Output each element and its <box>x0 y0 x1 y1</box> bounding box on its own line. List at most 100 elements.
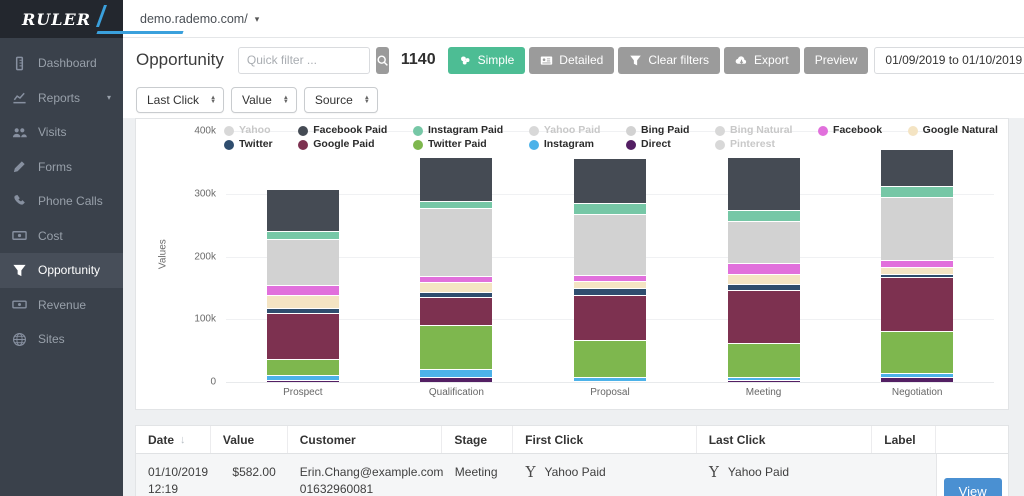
sidebar-item-cost[interactable]: Cost <box>0 219 123 254</box>
legend-dot <box>908 126 918 136</box>
search-button[interactable] <box>376 47 389 74</box>
segment-twitter-paid[interactable] <box>574 340 646 376</box>
chart-card: YahooTwitter Facebook PaidGoogle Paid Inst… <box>135 118 1009 410</box>
segment-facebook-paid[interactable] <box>728 157 800 210</box>
segment-direct[interactable] <box>574 381 646 382</box>
legend-item-pinterest[interactable]: Pinterest <box>715 138 792 151</box>
legend-item-twitter-paid[interactable]: Twitter Paid <box>413 138 503 151</box>
sidebar-item-sites[interactable]: Sites <box>0 322 123 357</box>
column-header-value[interactable]: Value <box>211 426 288 453</box>
legend-item-instagram[interactable]: Instagram <box>529 138 601 151</box>
segment-twitter[interactable] <box>574 288 646 295</box>
bar-qualification[interactable] <box>420 157 492 382</box>
segment-bing-paid[interactable] <box>267 239 339 285</box>
result-count: 1140 <box>401 51 436 69</box>
sidebar-item-revenue[interactable]: Revenue <box>0 288 123 323</box>
legend-item-direct[interactable]: Direct <box>626 138 689 151</box>
column-header-last-click[interactable]: Last Click <box>697 426 873 453</box>
segment-direct[interactable] <box>420 377 492 382</box>
bar-meeting[interactable] <box>728 157 800 382</box>
column-header-date[interactable]: Date↓ <box>136 426 211 453</box>
segment-direct[interactable] <box>881 377 953 382</box>
column-header-customer[interactable]: Customer <box>288 426 443 453</box>
legend-item-yahoo-paid[interactable]: Yahoo Paid <box>529 124 601 137</box>
segment-instagram[interactable] <box>420 369 492 377</box>
segment-instagram-paid[interactable] <box>267 231 339 239</box>
clear-filters-button[interactable]: Clear filters <box>618 47 720 74</box>
segment-twitter-paid[interactable] <box>728 343 800 378</box>
segment-facebook-paid[interactable] <box>881 149 953 187</box>
filter-select-last-click[interactable]: Last Click▲▼ <box>136 87 224 113</box>
segment-facebook-paid[interactable] <box>574 158 646 203</box>
legend-item-twitter[interactable]: Twitter <box>224 138 273 151</box>
segment-google-natural[interactable] <box>420 282 492 291</box>
legend-item-yahoo[interactable]: Yahoo <box>224 124 273 137</box>
segment-twitter-paid[interactable] <box>267 359 339 375</box>
legend-item-google-paid[interactable]: Google Paid <box>298 138 387 151</box>
cash-icon <box>12 228 27 243</box>
sidebar-item-reports[interactable]: Reports▾ <box>0 81 123 116</box>
segment-google-natural[interactable] <box>728 274 800 284</box>
segment-instagram-paid[interactable] <box>574 203 646 214</box>
filter-select-value[interactable]: Value▲▼ <box>231 87 297 113</box>
chart-plot-area: Values 0100k200k300k400k <box>226 131 994 382</box>
segment-google-paid[interactable] <box>728 290 800 343</box>
segment-google-natural[interactable] <box>881 267 953 274</box>
table-header-row: Date↓ValueCustomerStageFirst ClickLast C… <box>136 426 1008 454</box>
segment-bing-paid[interactable] <box>881 197 953 260</box>
bar-negotiation[interactable] <box>881 149 953 382</box>
segment-google-paid[interactable] <box>420 297 492 325</box>
legend-item-google-natural[interactable]: Google Natural <box>908 124 998 137</box>
export-button[interactable]: Export <box>724 47 800 74</box>
bar-proposal[interactable] <box>574 158 646 382</box>
legend-item-instagram-paid[interactable]: Instagram Paid <box>413 124 503 137</box>
preview-button[interactable]: Preview <box>804 47 869 74</box>
bar-prospect[interactable] <box>267 189 339 382</box>
column-header-label[interactable]: Label <box>872 426 936 453</box>
segment-google-natural[interactable] <box>574 281 646 288</box>
sidebar-item-opportunity[interactable]: Opportunity <box>0 253 123 288</box>
segment-facebook[interactable] <box>267 285 339 295</box>
segment-facebook[interactable] <box>728 263 800 273</box>
users-icon <box>12 125 27 140</box>
column-header-stage[interactable]: Stage <box>442 426 513 453</box>
date-range-picker[interactable]: 01/09/2019 to 01/10/2019 ▾ <box>874 47 1024 74</box>
segment-google-paid[interactable] <box>267 313 339 359</box>
segment-google-natural[interactable] <box>267 295 339 308</box>
segment-direct[interactable] <box>267 380 339 382</box>
sidebar-item-forms[interactable]: Forms <box>0 150 123 185</box>
segment-google-paid[interactable] <box>574 295 646 340</box>
segment-google-paid[interactable] <box>881 277 953 330</box>
legend-dot <box>626 140 636 150</box>
legend-item-bing-natural[interactable]: Bing Natural <box>715 124 792 137</box>
segment-bing-paid[interactable] <box>728 221 800 264</box>
sidebar-item-phone-calls[interactable]: Phone Calls <box>0 184 123 219</box>
segment-instagram-paid[interactable] <box>420 201 492 209</box>
detailed-button[interactable]: Detailed <box>529 47 614 74</box>
filter-select-source[interactable]: Source▲▼ <box>304 87 378 113</box>
app-logo[interactable]: RULER <box>0 0 123 38</box>
segment-twitter-paid[interactable] <box>881 331 953 374</box>
segment-bing-paid[interactable] <box>420 208 492 276</box>
segment-facebook-paid[interactable] <box>420 157 492 201</box>
legend-item-facebook-paid[interactable]: Facebook Paid <box>298 124 387 137</box>
funnel-icon <box>12 263 27 278</box>
segment-twitter-paid[interactable] <box>420 325 492 369</box>
segment-direct[interactable] <box>728 380 800 382</box>
sidebar-item-visits[interactable]: Visits <box>0 115 123 150</box>
column-header-first-click[interactable]: First Click <box>513 426 697 453</box>
segment-facebook[interactable] <box>881 260 953 268</box>
segment-facebook-paid[interactable] <box>267 189 339 232</box>
sidebar-item-label: Phone Calls <box>38 194 103 208</box>
sidebar-nav: DashboardReports▾VisitsForms Phone Calls C… <box>0 38 123 496</box>
segment-instagram-paid[interactable] <box>881 186 953 197</box>
view-button[interactable]: View <box>944 478 1002 496</box>
legend-item-bing-paid[interactable]: Bing Paid <box>626 124 689 137</box>
legend-item-facebook[interactable]: Facebook <box>818 124 882 137</box>
segment-bing-paid[interactable] <box>574 214 646 275</box>
sidebar-item-dashboard[interactable]: Dashboard <box>0 46 123 81</box>
quick-filter-input[interactable] <box>238 47 370 74</box>
segment-instagram-paid[interactable] <box>728 210 800 221</box>
domain-selector[interactable]: demo.rademo.com/ ▾ <box>140 0 259 38</box>
simple-button[interactable]: Simple <box>448 47 526 74</box>
